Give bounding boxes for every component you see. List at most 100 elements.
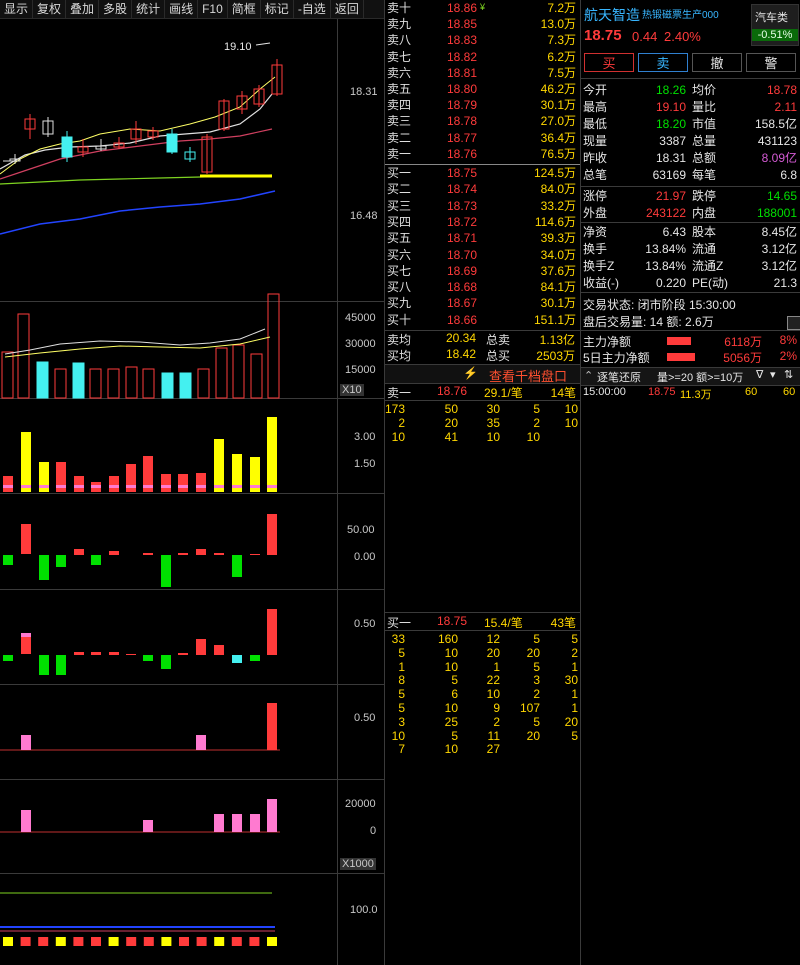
stat-value: 8.09亿 [761, 151, 797, 165]
indicator6-bar [108, 937, 119, 946]
indicator5-bar [267, 799, 277, 832]
bid-row[interactable]: 买五 18.71 39.3万 [385, 231, 580, 246]
stat-label: 总笔 [583, 168, 608, 182]
price-tick: 16.48 [350, 210, 378, 222]
ask-row[interactable]: 卖五 18.80 46.2万 [385, 82, 580, 97]
indicator2-bar [39, 555, 49, 580]
indicator3-bar [267, 609, 277, 655]
indicator1-sub-bar [21, 485, 31, 488]
ask-row[interactable]: 卖七 18.82 6.2万 [385, 50, 580, 65]
bid-row[interactable]: 买四 18.72 114.6万 [385, 215, 580, 230]
stock-name[interactable]: 航天智造 [584, 5, 640, 25]
toolbar-item[interactable]: F10 [198, 0, 228, 18]
toolbar-item[interactable]: 显示 [0, 0, 34, 18]
level-price: 18.72 [447, 214, 478, 229]
toolbar-item[interactable]: 多股 [99, 0, 133, 18]
level-price: 18.71 [447, 231, 478, 246]
toolbar-item[interactable]: 返回 [331, 0, 364, 18]
bid-row[interactable]: 买一 18.75 124.5万 [385, 166, 580, 181]
indicator3-bar [196, 639, 206, 655]
main5-net-pct: 2% [779, 349, 797, 363]
indicator5-bar [21, 810, 31, 832]
indicator2-bar [196, 549, 206, 555]
volume-tick: 15000 [345, 364, 376, 376]
cancel-button[interactable]: 撤 [692, 53, 742, 72]
volume-bar [179, 372, 192, 399]
stat-label: 换手 [583, 242, 608, 256]
queue-cell: 5 [533, 659, 540, 674]
queue-cell: 5 [533, 714, 540, 729]
bid-row[interactable]: 买九 18.67 30.1万 [385, 296, 580, 311]
chevron-down-icon[interactable]: ▾ [770, 368, 776, 381]
toolbar-item[interactable]: 简框 [228, 0, 261, 18]
ask-row[interactable]: 卖三 18.78 27.0万 [385, 114, 580, 129]
bid-row[interactable]: 买三 18.73 33.2万 [385, 199, 580, 214]
indicator3-marker [21, 633, 31, 637]
ask-row[interactable]: 卖八 18.83 7.3万 [385, 33, 580, 48]
filter-icon[interactable]: ∇ [756, 368, 763, 381]
ask-row[interactable]: 卖一 18.76 76.5万 [385, 147, 580, 162]
bid-row[interactable]: 买六 18.70 34.0万 [385, 248, 580, 263]
toolbar-item[interactable]: 复权 [33, 0, 67, 18]
kline-chart[interactable]: 19.10 [0, 19, 337, 965]
divider [385, 612, 580, 613]
tick-header[interactable]: 逐笔还原 [597, 369, 641, 385]
indicator6-bar [179, 937, 189, 946]
buy1-label: 买一 [387, 616, 412, 630]
bid-row[interactable]: 买十 18.66 151.1万 [385, 313, 580, 328]
ask-row[interactable]: 卖四 18.79 30.1万 [385, 98, 580, 113]
indicator1-sub-bar [126, 485, 136, 488]
level-label: 卖十 [387, 1, 412, 15]
book-divider [385, 164, 580, 165]
toolbar-item[interactable]: 标记 [261, 0, 294, 18]
after-hours-toggle[interactable] [787, 316, 800, 330]
ask-row[interactable]: 卖六 18.81 7.5万 [385, 66, 580, 81]
toolbar-item[interactable]: -自选 [294, 0, 331, 18]
stat-label: 最高 [583, 100, 608, 114]
indicator4-bar [21, 735, 31, 750]
volume-bar [89, 368, 102, 399]
ask-total-label: 总卖 [486, 333, 511, 347]
ask-row[interactable]: 卖九 18.85 13.0万 [385, 17, 580, 32]
volume-bar [232, 344, 245, 399]
indicator2-bar [232, 555, 242, 577]
bid-row[interactable]: 买八 18.68 84.1万 [385, 280, 580, 295]
toolbar-item[interactable]: 叠加 [66, 0, 100, 18]
indicator6-bars [3, 937, 277, 946]
depth-link[interactable]: 查看千档盘口 [489, 366, 567, 385]
tick-filter[interactable]: 量>=20 额>=10万 [657, 369, 743, 385]
toolbar-item[interactable]: 画线 [165, 0, 199, 18]
stat-label: 净资 [583, 225, 608, 239]
queue-cell: 107 [519, 701, 540, 715]
buy-button[interactable]: 买 [584, 53, 634, 72]
indicator1-bar [74, 476, 84, 492]
level-price: 18.75 [447, 166, 478, 180]
volume-bar [72, 362, 85, 399]
sector-box[interactable]: 汽车类 -0.51% [751, 4, 799, 46]
tick-a: 60 [745, 386, 758, 398]
indicator2-bar [214, 553, 224, 555]
ind5-tick: 0 [370, 825, 377, 837]
queue-cell: 10 [391, 728, 405, 743]
indicator5-bar [214, 814, 224, 832]
indicator2-bar [178, 553, 188, 555]
chevron-up-icon[interactable]: ⌃ [584, 369, 593, 382]
bid-row[interactable]: 买七 18.69 37.6万 [385, 264, 580, 279]
indicator3-bar [109, 652, 119, 655]
ask-row[interactable]: 卖二 18.77 36.4万 [385, 131, 580, 146]
stat-label: 均价 [692, 83, 717, 97]
indicator1-bar [178, 474, 188, 492]
sector-name: 汽车类 [755, 12, 788, 24]
bid-row[interactable]: 买二 18.74 84.0万 [385, 182, 580, 197]
level-label: 买七 [387, 263, 412, 278]
toolbar-item[interactable]: 统计 [132, 0, 166, 18]
level-price: 18.68 [447, 280, 478, 295]
alert-button[interactable]: 警 [746, 53, 796, 72]
indicator6-bar [20, 937, 31, 946]
sell-button[interactable]: 卖 [638, 53, 688, 72]
sort-icon[interactable]: ⇅ [784, 368, 793, 381]
ind2-tick: 0.00 [354, 551, 376, 563]
stat-label: 量比 [692, 100, 717, 114]
stat-label: 股本 [692, 225, 717, 239]
level-volume: 34.0万 [540, 247, 576, 262]
